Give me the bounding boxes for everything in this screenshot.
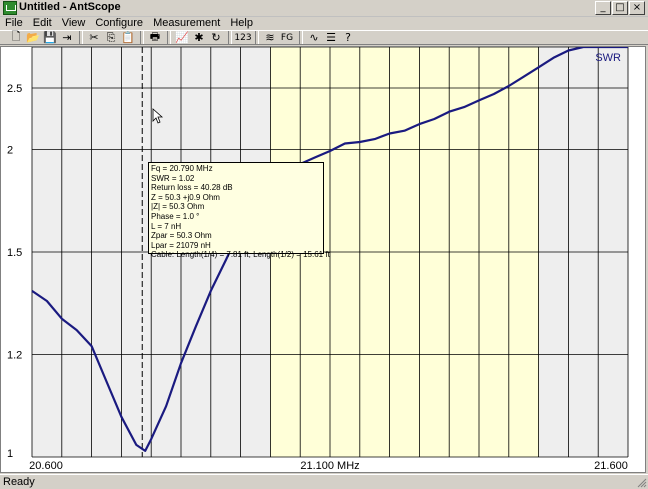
status-text: Ready xyxy=(3,476,35,488)
tooltip-line: Phase = 1.0 ° xyxy=(151,211,200,221)
close-button[interactable]: × xyxy=(629,1,645,15)
y-tick-label: 1.5 xyxy=(7,247,22,259)
cut-icon[interactable]: ✂ xyxy=(86,31,102,45)
minimize-button[interactable]: _ xyxy=(595,1,611,15)
x-tick-label: 20.600 xyxy=(29,460,63,472)
toolbar: 🗋 📂 💾 ⇥ ✂ ⎘ 📋 🖶 📈 ✱ ↻ 123 ≋ FG ∿ ☰? xyxy=(0,30,648,45)
measurement-tooltip: Fq = 20.790 MHz SWR = 1.02 Return loss = 4… xyxy=(148,162,330,259)
toolbar-separator xyxy=(79,31,83,44)
export-icon[interactable]: ⇥ xyxy=(59,31,75,45)
wireless-icon[interactable]: ≋ xyxy=(262,31,278,45)
cut-icon-glyph: ✂ xyxy=(89,31,99,44)
open-icon[interactable]: 📂 xyxy=(25,31,41,45)
refresh-icon-glyph: ↻ xyxy=(211,31,221,44)
tooltip-line: Lpar = 21079 nH xyxy=(151,240,211,250)
refresh-icon[interactable]: ↻ xyxy=(208,31,224,45)
numbers-icon-glyph: 123 xyxy=(234,32,252,43)
toolbar-separator xyxy=(140,31,144,44)
copy-icon-glyph: ⎘ xyxy=(106,30,116,44)
title-bar: Untitled - AntScope _ □ × xyxy=(0,0,648,17)
toolbar-separator xyxy=(228,31,232,44)
menu-bar: File Edit View Configure Measurement Hel… xyxy=(0,17,648,30)
list-icon[interactable]: ☰ xyxy=(323,31,339,45)
y-tick-label: 2 xyxy=(7,145,13,157)
app-icon xyxy=(3,1,17,15)
resize-grip-icon[interactable] xyxy=(637,478,647,488)
tooltip-line: Zpar = 50.3 Ohm xyxy=(151,231,212,241)
save-icon-glyph: 💾 xyxy=(43,31,57,44)
chart-icon-glyph: 📈 xyxy=(175,31,189,44)
new-icon[interactable]: 🗋 xyxy=(8,30,24,45)
wireless-icon-glyph: ≋ xyxy=(265,31,275,44)
legend-swr: SWR xyxy=(595,52,621,64)
new-icon-glyph: 🗋 xyxy=(11,30,21,43)
window-controls: _ □ × xyxy=(595,1,645,15)
x-tick-label: 21.100 MHz xyxy=(300,460,359,472)
curve-icon[interactable]: ∿ xyxy=(306,31,322,45)
list-icon-glyph: ☰ xyxy=(326,31,336,44)
tooltip-line: Fq = 20.790 MHz xyxy=(151,164,213,173)
window-title: Untitled - AntScope xyxy=(19,1,121,13)
status-bar: Ready xyxy=(0,474,648,489)
numbers-icon[interactable]: 123 xyxy=(234,31,252,45)
menu-edit[interactable]: Edit xyxy=(28,17,57,30)
fg-icon[interactable]: FG xyxy=(279,31,295,45)
toolbar-separator xyxy=(167,31,171,44)
tooltip-line: SWR = 1.02 xyxy=(151,173,195,183)
menu-view[interactable]: View xyxy=(57,17,91,30)
save-icon[interactable]: 💾 xyxy=(42,31,58,45)
menu-configure[interactable]: Configure xyxy=(90,17,148,30)
y-tick-label: 2.5 xyxy=(7,83,22,95)
help-icon-glyph: ? xyxy=(345,31,351,44)
curve-icon-glyph: ∿ xyxy=(309,31,319,44)
print-icon[interactable]: 🖶 xyxy=(147,30,163,45)
paste-icon[interactable]: 📋 xyxy=(120,31,136,45)
chart-icon[interactable]: 📈 xyxy=(174,31,190,45)
x-tick-label: 21.600 xyxy=(594,460,628,472)
plot-area[interactable]: 2.5 2 1.5 1.2 1 20.600 21.100 MHz 21.600 SWR Fq … xyxy=(0,46,646,473)
y-tick-label: 1.2 xyxy=(7,350,22,362)
toolbar-separator xyxy=(255,31,259,44)
run-icon[interactable]: ✱ xyxy=(191,31,207,45)
print-icon-glyph: 🖶 xyxy=(149,30,161,43)
paste-icon-glyph: 📋 xyxy=(121,31,135,44)
tooltip-line: |Z| = 50.3 Ohm xyxy=(151,202,205,212)
export-icon-glyph: ⇥ xyxy=(62,31,72,44)
open-icon-glyph: 📂 xyxy=(26,31,40,44)
menu-help[interactable]: Help xyxy=(225,17,258,30)
help-icon[interactable]: ? xyxy=(340,31,356,45)
fg-icon-glyph: FG xyxy=(280,32,294,43)
maximize-button[interactable]: □ xyxy=(612,1,628,15)
tooltip-line: L = 7 nH xyxy=(151,221,182,231)
tooltip-line: Return loss = 40.28 dB xyxy=(151,183,233,193)
copy-icon[interactable]: ⎘ xyxy=(103,31,119,45)
tooltip-line: Z = 50.3 +j0.9 Ohm xyxy=(151,192,220,202)
swr-chart[interactable]: 2.5 2 1.5 1.2 1 20.600 21.100 MHz 21.600 SWR xyxy=(1,47,645,472)
toolbar-separator xyxy=(299,31,303,44)
y-tick-label: 1 xyxy=(7,448,13,460)
run-icon-glyph: ✱ xyxy=(194,31,204,44)
tooltip-line: Cable: Length(1/4) = 7.81 ft, Length(1/2… xyxy=(151,250,330,260)
